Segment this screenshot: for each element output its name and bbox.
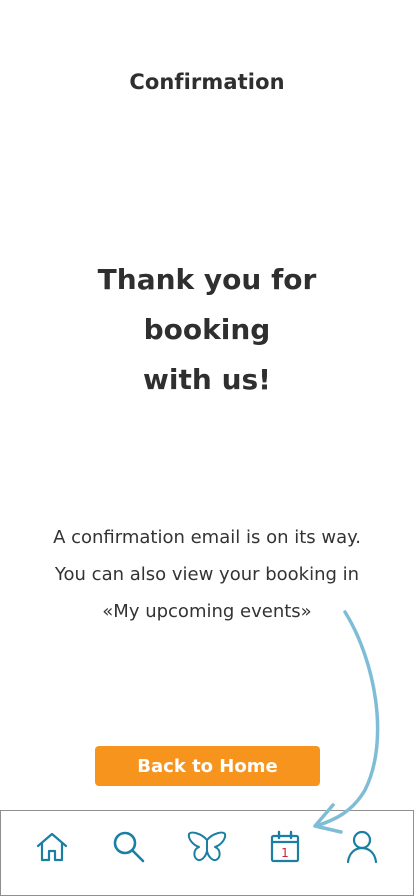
back-to-home-button[interactable]: Back to Home	[95, 746, 320, 786]
info-line: A confirmation email is on its way.	[53, 527, 361, 548]
info-line: You can also view your booking in	[54, 564, 360, 585]
thank-you-line: with us!	[143, 363, 271, 396]
confirmation-info: A confirmation email is on its way. You …	[0, 519, 414, 630]
tab-profile[interactable]	[340, 825, 384, 869]
calendar-badge: 1	[281, 846, 289, 860]
thank-you-line: booking	[143, 313, 271, 346]
tab-home[interactable]	[30, 825, 74, 869]
page-title: Confirmation	[129, 70, 285, 94]
tab-butterfly[interactable]	[185, 825, 229, 869]
thank-you-heading: Thank you for booking with us!	[0, 255, 414, 405]
tab-calendar[interactable]: 1	[263, 825, 307, 869]
search-icon	[113, 831, 145, 863]
bottom-tab-bar: 1	[0, 810, 414, 896]
tab-search[interactable]	[107, 825, 151, 869]
butterfly-icon	[187, 831, 227, 862]
thank-you-line: Thank you for	[97, 263, 317, 296]
user-icon	[346, 830, 378, 864]
home-icon	[36, 832, 68, 862]
info-line-upcoming-events: «My upcoming events»	[102, 601, 312, 622]
calendar-icon: 1	[270, 830, 300, 863]
